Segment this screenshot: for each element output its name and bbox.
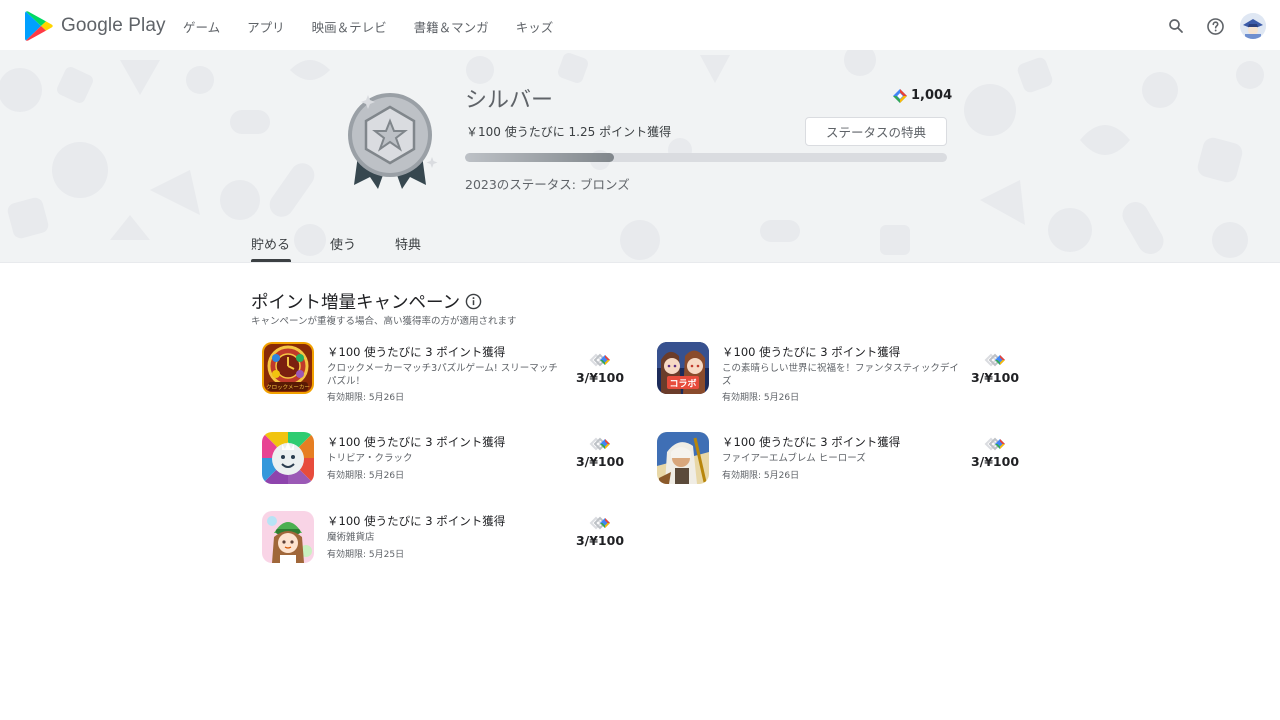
nav-books[interactable]: 書籍＆マンガ [414,17,489,36]
offer-reward: 3/¥100 [570,515,630,548]
earn-rate: ￥100 使うたびに 1.25 ポイント獲得 [466,125,672,139]
svg-text:コラボ: コラボ [669,378,696,390]
offer-reward: 3/¥100 [965,352,1025,385]
offer-expiry: 有効期限: 5月26日 [722,471,800,481]
tier-progress-fill [465,153,615,162]
account-avatar[interactable] [1240,13,1266,39]
app-icon-clockmaker: クロックメーカー [262,342,314,394]
reward-rate: 3/¥100 [970,454,1020,469]
help-icon[interactable] [1203,14,1227,38]
brand-name: Google Play [61,15,166,36]
play-points-icon [893,88,907,103]
reward-rate: 3/¥100 [575,533,625,548]
offer-title: ￥100 使うたびに 3 ポイント獲得 [327,435,506,449]
offer-title: ￥100 使うたびに 3 ポイント獲得 [722,345,901,359]
tab-earn[interactable]: 貯める [251,234,290,253]
offer-expiry: 有効期限: 5月26日 [327,471,405,481]
tier-name: シルバー [465,88,554,113]
nav-apps[interactable]: アプリ [247,17,285,36]
points-multiplier-icon [984,437,1005,451]
campaign-card[interactable]: コラボ ￥100 使うたびに 3 ポイント獲得 この素晴らしい世界に祝福を！ファ… [647,342,1027,412]
offer-title: ￥100 使うたびに 3 ポイント獲得 [722,435,901,449]
campaign-card[interactable]: クロックメーカー ￥100 使うたびに 3 ポイント獲得 クロックメーカーマッチ… [252,342,632,412]
campaign-subtitle: キャンペーンが重複する場合、高い獲得率の方が適用されます [251,316,517,327]
tab-use[interactable]: 使う [330,234,356,253]
previous-year-status: 2023のステータス: ブロンズ [465,177,630,192]
app-icon-konosuba: コラボ [657,342,709,394]
nav-kids[interactable]: キッズ [516,17,554,36]
top-actions [1149,13,1266,39]
reward-rate: 3/¥100 [970,370,1020,385]
points-multiplier-icon [589,437,610,451]
offer-app-name: クロックメーカーマッチ3パズルゲーム! スリーマッチパズル！ [327,363,558,387]
campaign-title: ポイント増量キャンペーン [251,289,482,314]
app-icon-fire-emblem [657,432,709,484]
active-tab-indicator [251,259,291,262]
info-icon[interactable] [465,293,482,310]
points-tabs: 貯める 使う 特典 [0,216,1280,263]
campaign-title-text: ポイント増量キャンペーン [251,293,461,313]
silver-tier-badge-icon [348,93,438,189]
points-multiplier-icon [984,353,1005,367]
offer-app-name: トリビア・クラック [327,453,413,464]
nav-movies-tv[interactable]: 映画＆テレビ [312,17,387,36]
offer-expiry: 有効期限: 5月26日 [722,393,800,403]
offer-expiry: 有効期限: 5月25日 [327,550,405,560]
offer-app-name: 魔術雑貨店 [327,532,375,543]
svg-text:クロックメーカー: クロックメーカー [266,384,310,391]
offer-reward: 3/¥100 [570,352,630,385]
nav-games[interactable]: ゲーム [183,17,220,36]
campaign-card[interactable]: ￥100 使うたびに 3 ポイント獲得 ファイアーエムブレム ヒーローズ 有効期… [647,432,1027,502]
points-value: 1,004 [911,88,953,103]
top-app-bar: Google Play ゲーム アプリ 映画＆テレビ 書籍＆マンガ キッズ [0,0,1280,50]
offer-title: ￥100 使うたびに 3 ポイント獲得 [327,514,506,528]
campaign-card[interactable]: ￥100 使うたびに 3 ポイント獲得 トリビア・クラック 有効期限: 5月26… [252,432,632,502]
points-multiplier-icon [589,516,610,530]
search-icon[interactable] [1164,14,1188,38]
status-benefits-button[interactable]: ステータスの特典 [805,117,947,146]
offer-app-name: この素晴らしい世界に祝福を！ファンタスティックデイズ [722,363,959,387]
play-logo-icon [25,11,53,41]
campaign-card[interactable]: ￥100 使うたびに 3 ポイント獲得 魔術雑貨店 有効期限: 5月25日 3/… [252,511,632,581]
app-icon-trivia-crack [262,432,314,484]
app-icon-magic-shop [262,511,314,563]
offer-reward: 3/¥100 [570,436,630,469]
reward-rate: 3/¥100 [575,370,625,385]
offer-title: ￥100 使うたびに 3 ポイント獲得 [327,345,506,359]
offer-expiry: 有効期限: 5月26日 [327,393,405,403]
main-nav: ゲーム アプリ 映画＆テレビ 書籍＆マンガ キッズ [183,17,580,36]
reward-rate: 3/¥100 [575,454,625,469]
google-play-logo[interactable]: Google Play [24,10,166,42]
tier-progress-bar [465,153,947,162]
points-multiplier-icon [589,353,610,367]
offer-app-name: ファイアーエムブレム ヒーローズ [722,453,866,464]
points-balance: 1,004 [893,88,952,103]
offer-reward: 3/¥100 [965,436,1025,469]
tab-perks[interactable]: 特典 [395,234,421,253]
